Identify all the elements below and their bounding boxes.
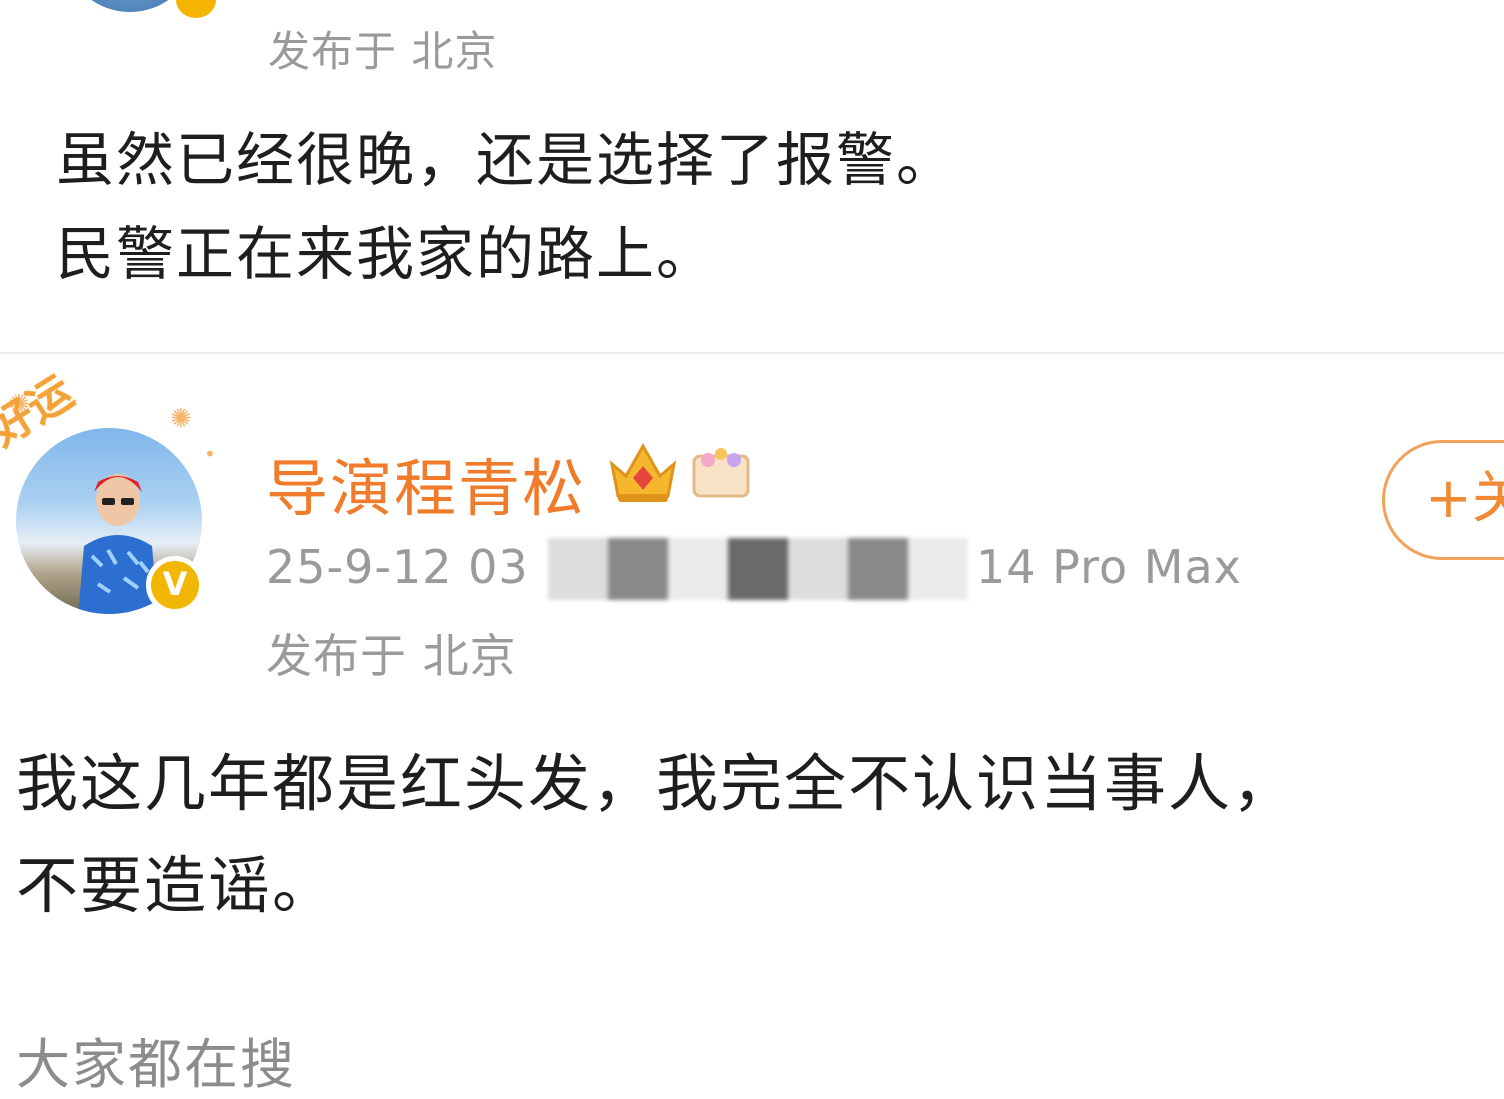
post-time: 25-9-12 03 [266,540,529,594]
card-icon [692,448,750,498]
redacted-area [548,538,968,600]
prev-post-text-line-2: 民警正在来我家的路上。 [56,220,717,288]
prev-post-text-line-1: 虽然已经很晚，还是选择了报警。 [56,126,957,194]
sparkle-icon: • [204,442,216,466]
author-name[interactable]: 导演程青松 [266,438,586,528]
post-divider [0,352,1504,354]
post-location: 发布于 北京 [266,629,517,683]
post-text-line-2: 不要造谣。 [16,849,337,922]
follow-button[interactable]: +关 [1382,440,1504,560]
sparkle-icon: ✺ [170,404,192,434]
post-device: 14 Pro Max [976,540,1242,594]
prev-verified-badge-icon [172,0,220,22]
trending-label: 大家都在搜 [16,1033,296,1096]
post-text-line-1: 我这几年都是红头发，我完全不认识当事人， [16,747,1297,820]
prev-post-location: 发布于 北京 [268,27,498,76]
crown-icon [609,442,677,502]
verified-badge-icon: V [146,556,204,614]
